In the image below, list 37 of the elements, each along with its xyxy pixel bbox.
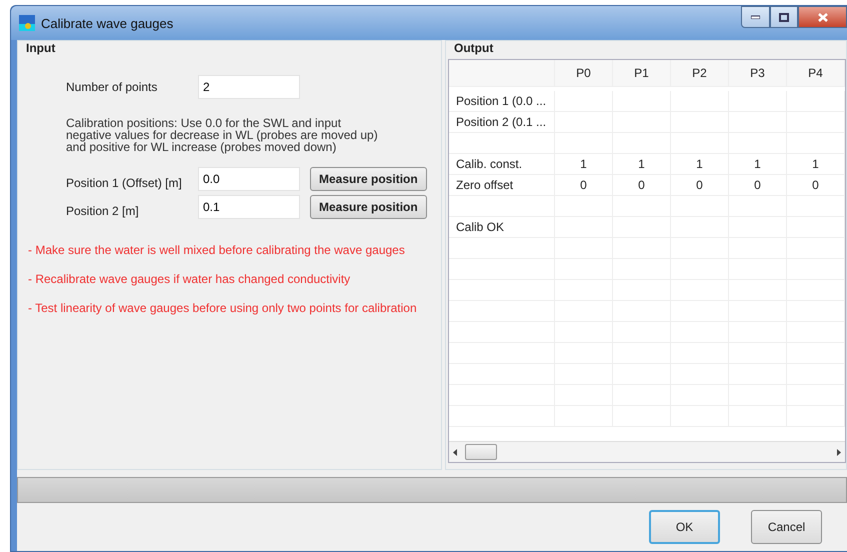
- table-cell: 1: [696, 157, 703, 171]
- window-title: Calibrate wave gauges: [41, 16, 174, 30]
- table-cell: 0: [638, 178, 645, 192]
- warning-text: - Test linearity of wave gauges before using only two points for calibration: [28, 301, 418, 315]
- row-label: Calib OK: [456, 220, 504, 234]
- table-cell: 1: [638, 157, 645, 171]
- column-header: P0: [555, 60, 613, 86]
- group-title: Input: [26, 41, 56, 55]
- dialog-button[interactable]: Cancel: [751, 510, 822, 544]
- column-header: P1: [613, 60, 671, 86]
- table-cell: 0: [812, 178, 819, 192]
- instruction-text: Calibration positions: Use 0.0 for the SWL and input negative values for decrease in WL (probes are moved up) and positive for WL increase (probes moved down): [66, 117, 379, 153]
- number-field[interactable]: 2: [198, 75, 300, 99]
- position-field[interactable]: 0.0: [198, 167, 300, 191]
- group-title: Output: [454, 41, 494, 55]
- row-label: Position 1 (0.0 ...: [456, 94, 546, 108]
- warning-text: - Make sure the water is well mixed before calibrating the wave gauges: [28, 243, 406, 257]
- table-cell: 1: [754, 157, 761, 171]
- table-cell: 0: [696, 178, 703, 192]
- warning-text: - Recalibrate wave gauges if water has changed conductivity: [28, 272, 352, 286]
- field-label: Position 1 (Offset) [m]: [66, 175, 183, 190]
- row-label: Calib. const.: [456, 157, 522, 171]
- row-label: Zero offset: [456, 178, 514, 192]
- position-field[interactable]: 0.1: [198, 195, 300, 219]
- column-header: P3: [729, 60, 787, 86]
- measure-button[interactable]: Measure position: [310, 195, 427, 219]
- table-cell: 0: [754, 178, 761, 192]
- column-header: P2: [671, 60, 729, 86]
- table-cell: 1: [580, 157, 587, 171]
- table-cell: 1: [812, 157, 819, 171]
- table-cell: 0: [580, 178, 587, 192]
- dialog-button[interactable]: OK: [649, 510, 720, 544]
- field-label: Number of points: [66, 80, 158, 94]
- column-header: P4: [787, 60, 845, 86]
- measure-button[interactable]: Measure position: [310, 167, 427, 191]
- row-label: Position 2 (0.1 ...: [456, 115, 546, 129]
- field-label: Position 2 [m]: [66, 203, 140, 218]
